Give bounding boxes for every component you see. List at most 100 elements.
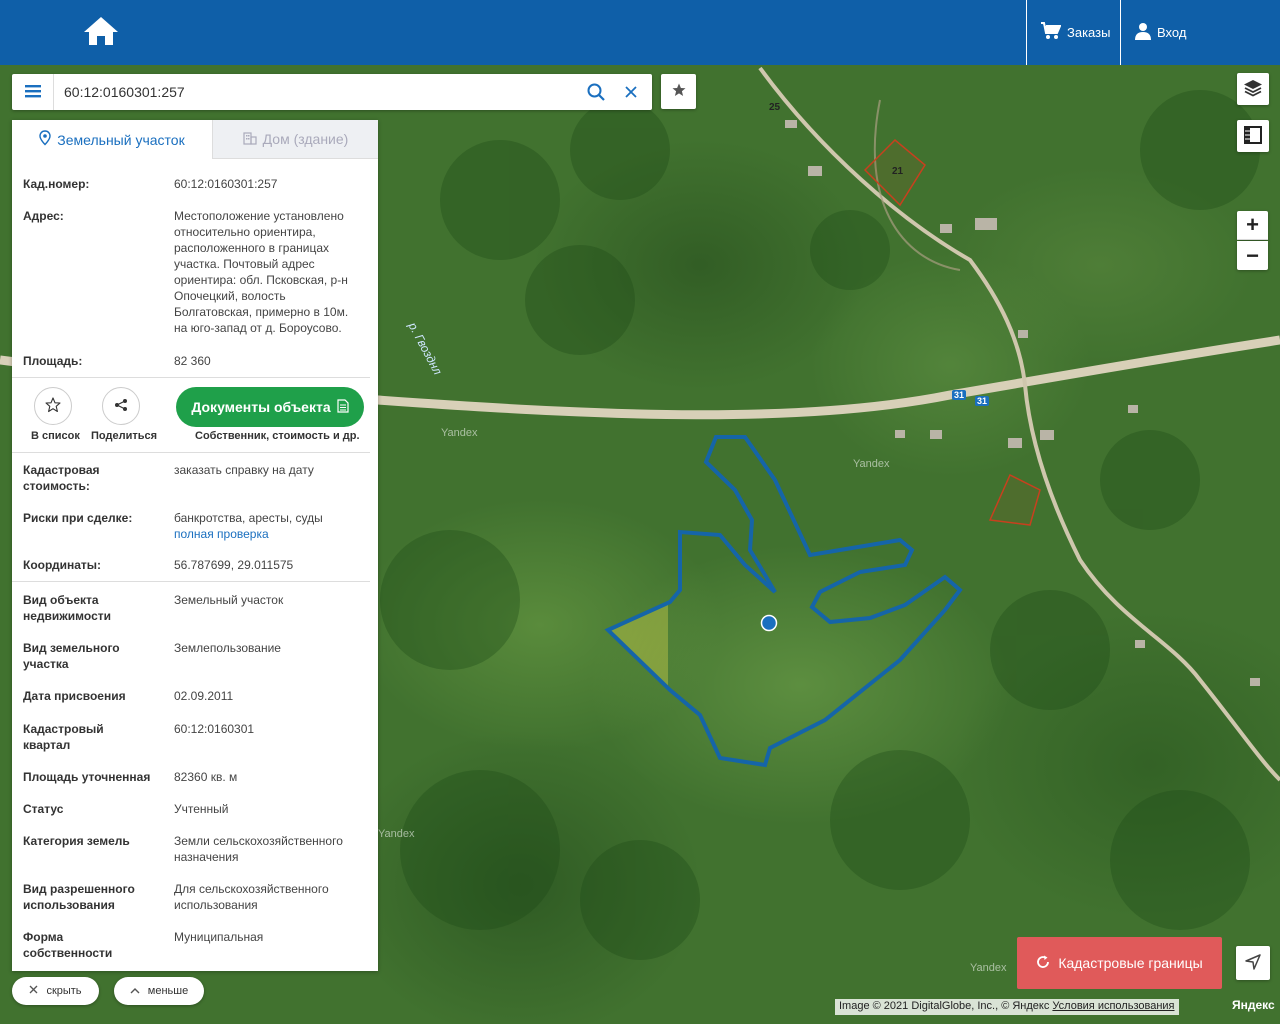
label-line: Вид земельного <box>23 641 120 655</box>
tab-building[interactable]: Дом (здание) <box>212 120 378 159</box>
favorites-button[interactable] <box>661 74 696 109</box>
login-button[interactable]: Вход <box>1120 0 1280 65</box>
tab-building-label: Дом (здание) <box>262 131 349 147</box>
search-input[interactable] <box>64 80 584 104</box>
address-value: Местоположение установлено относительно … <box>174 208 369 336</box>
road-number-badge: 31 <box>975 396 990 406</box>
label-line: Дата присвоения <box>23 689 126 703</box>
ruler-icon <box>1244 125 1262 147</box>
add-to-list-label: В список <box>31 430 80 442</box>
address-line: относительно ориентира, <box>174 225 316 239</box>
map-pin-icon <box>39 130 51 149</box>
layers-button[interactable] <box>1237 73 1269 105</box>
value-line: Земельный участок <box>174 593 284 607</box>
menu-button[interactable] <box>12 74 54 110</box>
star-icon <box>672 83 686 100</box>
user-icon <box>1135 22 1151 43</box>
object-info-panel: Земельный участок Дом (здание) Кад.номер… <box>12 120 378 971</box>
address-line: расположенного в границах <box>174 241 329 255</box>
share-button[interactable] <box>102 387 140 425</box>
less-label: меньше <box>147 985 189 997</box>
detail-label: Вид земельного участка <box>23 640 158 672</box>
zoom-in-button[interactable]: + <box>1237 211 1268 240</box>
map-attribution: Image © 2021 DigitalGlobe, Inc., © Яндек… <box>835 999 1179 1015</box>
value-line: 82360 кв. м <box>174 770 238 784</box>
top-bar: Заказы Вход <box>0 0 1280 65</box>
value-line: назначения <box>174 850 239 864</box>
value-line: Учтенный <box>174 802 229 816</box>
show-less-button[interactable]: меньше <box>114 977 204 1005</box>
attribution-text: Image © 2021 DigitalGlobe, Inc., © Яндек… <box>839 1000 1050 1012</box>
detail-value: Муниципальная <box>174 929 369 945</box>
full-check-link[interactable]: полная проверка <box>174 526 369 542</box>
risks-label: Риски при сделке: <box>23 511 133 525</box>
divider <box>12 377 370 378</box>
map-watermark: Yandex <box>853 458 890 470</box>
add-to-list-button[interactable] <box>34 387 72 425</box>
address-line: Местоположение установлено <box>174 209 344 223</box>
label-line: собственности <box>23 946 113 960</box>
tab-land-plot[interactable]: Земельный участок <box>12 120 212 159</box>
coords-value: 56.787699, 29.011575 <box>174 558 294 572</box>
hide-label: скрыть <box>46 985 82 997</box>
close-icon <box>29 985 38 997</box>
parcel-boundary[interactable] <box>604 435 963 768</box>
detail-value: 60:12:0160301 <box>174 721 369 737</box>
coords-label: Координаты: <box>23 558 102 572</box>
search-bar <box>12 74 652 110</box>
detail-value: Для сельскохозяйственного использования <box>174 881 369 913</box>
label-line: Вид разрешенного <box>23 882 135 896</box>
hamburger-icon <box>24 84 41 101</box>
object-documents-button[interactable]: Документы объекта <box>176 387 364 427</box>
detail-label: Вид объекта недвижимости <box>23 592 158 624</box>
locate-button[interactable] <box>1236 946 1270 980</box>
detail-label: Категория земель <box>23 833 158 849</box>
detail-value: 02.09.2011 <box>174 688 369 704</box>
detail-value: Земельный участок <box>174 592 369 608</box>
value-line: 60:12:0160301 <box>174 722 255 736</box>
tab-land-label: Земельный участок <box>57 131 185 148</box>
refresh-icon <box>1036 955 1050 972</box>
road-number-badge: 31 <box>952 390 967 400</box>
label-line: Категория земель <box>23 834 130 848</box>
label-line: Форма <box>23 930 64 944</box>
value-line: Для сельскохозяйственного <box>174 882 329 896</box>
divider <box>12 581 370 582</box>
address-label: Адрес: <box>23 209 64 223</box>
orders-label: Заказы <box>1067 25 1111 40</box>
risks-text: банкротства, аресты, суды <box>174 511 323 525</box>
detail-label: Дата присвоения <box>23 688 158 704</box>
divider <box>12 452 370 453</box>
map-watermark: Yandex <box>970 962 1007 974</box>
address-line: на юго-запад от д. Бороусово. <box>174 321 342 335</box>
detail-value: Землепользование <box>174 640 369 656</box>
house-number: 25 <box>769 102 781 113</box>
documents-subtitle: Собственник, стоимость и др. <box>195 430 360 442</box>
detail-label: Статус <box>23 801 158 817</box>
label-line: Кадастровый <box>23 722 104 736</box>
documents-label: Документы объекта <box>191 399 331 415</box>
value-line: Земли сельскохозяйственного <box>174 834 343 848</box>
terms-link[interactable]: Условия использования <box>1052 1000 1174 1012</box>
cadastral-borders-button[interactable]: Кадастровые границы <box>1017 937 1222 989</box>
layers-icon <box>1243 79 1263 100</box>
detail-value: Учтенный <box>174 801 369 817</box>
home-icon[interactable] <box>82 14 120 48</box>
search-icon[interactable] <box>586 82 606 105</box>
zoom-out-button[interactable]: − <box>1237 241 1268 270</box>
detail-label: Кадастровый квартал <box>23 721 158 753</box>
navigation-arrow-icon <box>1245 953 1261 973</box>
hide-panel-button[interactable]: скрыть <box>12 977 99 1005</box>
order-certificate-link[interactable]: заказать справку на дату <box>174 462 369 478</box>
label-line: Статус <box>23 802 64 816</box>
orders-button[interactable]: Заказы <box>1026 0 1120 65</box>
cad-number-link[interactable]: 60:12:0160301:257 <box>174 176 369 192</box>
share-label: Поделиться <box>91 430 158 442</box>
label-line: недвижимости <box>23 609 111 623</box>
chevron-up-icon <box>130 985 140 997</box>
close-icon[interactable] <box>624 82 638 105</box>
building-icon <box>243 131 257 148</box>
detail-value: Земли сельскохозяйственного назначения <box>174 833 369 865</box>
ruler-button[interactable] <box>1237 120 1269 152</box>
address-line: участка. Почтовый адрес <box>174 257 315 271</box>
